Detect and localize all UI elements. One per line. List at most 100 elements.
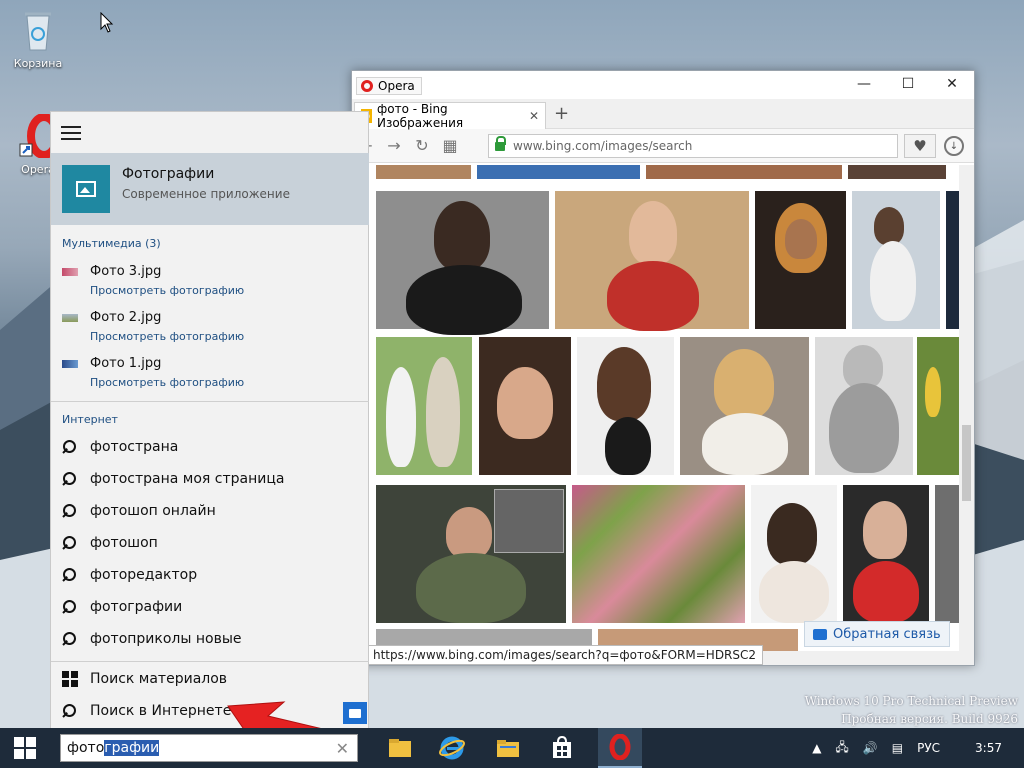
search-results-panel: Фотографии Современное приложение Мульти… <box>50 111 369 728</box>
secure-lock-icon <box>495 135 506 151</box>
image-result[interactable] <box>755 191 846 329</box>
search-typed-text: фото <box>67 740 105 756</box>
mouse-cursor-icon <box>100 12 114 33</box>
maximize-button[interactable]: ☐ <box>886 71 930 97</box>
action-center-icon[interactable]: ▤ <box>892 741 903 755</box>
image-result[interactable] <box>555 191 749 331</box>
image-result[interactable] <box>572 485 745 623</box>
image-result[interactable] <box>376 485 566 623</box>
media-item-action[interactable]: Просмотреть фотографию <box>90 284 244 297</box>
minimize-button[interactable]: — <box>842 71 886 97</box>
image-result[interactable] <box>479 337 571 475</box>
image-result[interactable] <box>917 337 959 475</box>
image-result[interactable] <box>477 165 640 179</box>
image-result[interactable] <box>935 485 959 623</box>
image-result[interactable] <box>815 337 913 475</box>
opera-menu-button[interactable]: Opera <box>356 77 422 95</box>
show-hidden-icons-chevron-icon[interactable]: ▲ <box>812 741 821 755</box>
image-result[interactable] <box>376 191 549 335</box>
clear-search-icon[interactable]: ✕ <box>336 739 349 758</box>
window-controls: — ☐ ✕ <box>842 71 974 97</box>
image-result[interactable] <box>680 337 809 475</box>
media-item[interactable]: Фото 3.jpg Просмотреть фотографию <box>62 262 362 302</box>
opera-menu-label: Opera <box>378 79 415 93</box>
web-suggestion[interactable]: фото приколы новые <box>62 628 362 650</box>
speed-dial-grid-icon[interactable]: ▦ <box>442 136 458 155</box>
web-suggestion[interactable]: фото шоп <box>62 532 362 554</box>
feedback-button[interactable]: Обратная связь <box>804 621 950 647</box>
image-result[interactable] <box>376 337 472 475</box>
photo-thumbnail-icon <box>62 360 78 368</box>
tab-close-icon[interactable]: ✕ <box>529 109 539 123</box>
media-item[interactable]: Фото 1.jpg Просмотреть фотографию <box>62 354 362 394</box>
web-suggestion[interactable]: фото графии <box>62 596 362 618</box>
close-button[interactable]: ✕ <box>930 71 974 97</box>
heart-icon: ♥ <box>913 137 927 155</box>
search-my-stuff-label: Поиск материалов <box>90 671 228 687</box>
search-icon <box>62 704 76 718</box>
store-icon <box>553 736 571 758</box>
media-item-action[interactable]: Просмотреть фотографию <box>90 376 244 389</box>
best-match-subtitle: Современное приложение <box>122 187 290 201</box>
volume-icon[interactable]: 🔊 <box>863 741 878 755</box>
taskbar-opera[interactable] <box>598 728 642 768</box>
minimize-icon: — <box>857 76 871 92</box>
address-text: www.bing.com/images/search <box>513 139 693 153</box>
hamburger-menu-icon[interactable] <box>61 126 81 144</box>
image-result[interactable] <box>852 191 940 329</box>
clock[interactable]: 3:57 <box>975 741 1002 755</box>
photos-app-icon <box>62 165 110 213</box>
recycle-bin-shortcut[interactable]: Корзина <box>6 8 70 70</box>
link-status-bar: https://www.bing.com/images/search?q=фот… <box>366 645 764 665</box>
media-section-header: Мультимедиа (3) <box>62 237 161 250</box>
best-match-photos-app[interactable]: Фотографии Современное приложение <box>51 153 369 225</box>
web-suggestion[interactable]: фото страна <box>62 436 362 458</box>
image-result[interactable] <box>751 485 837 623</box>
image-result[interactable] <box>577 337 674 475</box>
network-icon[interactable]: 🖧 <box>835 738 848 759</box>
search-icon <box>62 504 76 518</box>
image-result[interactable] <box>843 485 929 623</box>
tab-bar: b фото - Bing Изображения ✕ + <box>352 99 974 130</box>
opera-logo-icon <box>361 80 373 92</box>
image-result[interactable] <box>848 165 946 179</box>
search-icon <box>62 536 76 550</box>
internet-explorer-icon <box>439 736 465 760</box>
downloads-button[interactable]: ↓ <box>944 136 964 156</box>
input-language[interactable]: РУС <box>917 741 940 755</box>
browser-titlebar[interactable]: Opera — ☐ ✕ <box>352 71 974 99</box>
new-tab-button[interactable]: + <box>554 103 569 124</box>
web-suggestion[interactable]: фото редактор <box>62 564 362 586</box>
image-result[interactable] <box>376 165 471 179</box>
folder-icon <box>497 740 519 757</box>
bookmark-heart-button[interactable]: ♥ <box>904 134 936 158</box>
web-suggestion[interactable]: фото страна моя страница <box>62 468 362 490</box>
image-result[interactable] <box>946 191 959 329</box>
taskbar-file-explorer[interactable] <box>378 728 422 768</box>
download-icon: ↓ <box>949 140 959 152</box>
start-button[interactable] <box>0 728 50 768</box>
media-item[interactable]: Фото 2.jpg Просмотреть фотографию <box>62 308 362 348</box>
vertical-scrollbar[interactable] <box>959 165 974 651</box>
watermark-build: Пробная версия. Build 9926 <box>841 712 1018 726</box>
taskbar-search-input[interactable]: фото графии ✕ <box>60 734 358 762</box>
close-icon: ✕ <box>946 76 958 92</box>
recycle-bin-label: Корзина <box>13 57 63 70</box>
address-bar[interactable]: www.bing.com/images/search <box>488 134 898 158</box>
image-result[interactable] <box>646 165 842 179</box>
feedback-bubble-icon <box>813 628 827 640</box>
media-item-action[interactable]: Просмотреть фотографию <box>90 330 244 343</box>
scrollbar-thumb[interactable] <box>962 425 971 501</box>
reload-icon[interactable]: ↻ <box>414 136 430 155</box>
web-suggestion[interactable]: фото шоп онлайн <box>62 500 362 522</box>
search-autocomplete-selection: графии <box>104 740 160 756</box>
opera-icon <box>609 734 631 760</box>
taskbar-store[interactable] <box>540 728 584 768</box>
opera-browser-window: Opera — ☐ ✕ b фото - Bing Изображения ✕ … <box>351 70 975 666</box>
tab-bing-images[interactable]: b фото - Bing Изображения ✕ <box>354 102 546 130</box>
taskbar-internet-explorer[interactable] <box>430 728 474 768</box>
maximize-icon: ☐ <box>901 76 915 92</box>
forward-icon[interactable]: → <box>386 136 402 155</box>
search-my-stuff-button[interactable]: Поиск материалов <box>62 668 362 690</box>
taskbar-folder[interactable] <box>486 728 530 768</box>
